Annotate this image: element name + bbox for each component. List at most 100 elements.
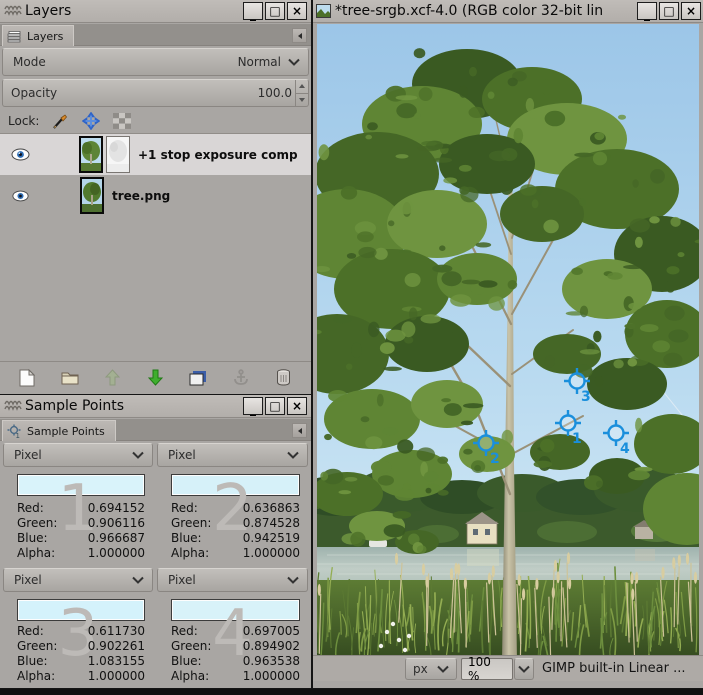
- lower-layer-button[interactable]: [140, 364, 170, 392]
- sample-marker-number: 1: [572, 431, 582, 447]
- red-value: 0.636863: [243, 501, 300, 516]
- layer-opacity-slider[interactable]: Opacity 100.0: [2, 79, 309, 107]
- chevron-down-icon: [288, 58, 300, 66]
- layer-list: +1 stop exposure comp tree.png: [0, 133, 311, 358]
- zoom-select-button[interactable]: [514, 658, 534, 680]
- raise-layer-button[interactable]: [98, 364, 128, 392]
- alpha-label: Alpha:: [171, 669, 209, 684]
- lock-alpha-icon[interactable]: [113, 113, 131, 129]
- sample-marker-number: 2: [490, 451, 500, 467]
- blue-value: 0.942519: [243, 531, 300, 546]
- tab-layers[interactable]: Layers: [2, 25, 74, 46]
- blue-label: Blue:: [171, 654, 202, 669]
- layer-name: tree.png: [112, 189, 170, 203]
- red-value: 0.611730: [88, 624, 145, 639]
- alpha-label: Alpha:: [17, 669, 55, 684]
- minimize-button[interactable]: _: [243, 397, 263, 415]
- dockable-menu-icon: [296, 32, 304, 40]
- tab-sample-points[interactable]: 1 Sample Points: [2, 420, 116, 441]
- maximize-button[interactable]: □: [265, 2, 285, 20]
- dockable-menu-button[interactable]: [292, 423, 307, 438]
- sample-points-tabbar: 1 Sample Points: [0, 419, 311, 441]
- visibility-eye-icon[interactable]: [11, 148, 30, 161]
- sample-3-mode-value: Pixel: [14, 573, 42, 587]
- layer-mask-thumbnail[interactable]: [106, 136, 130, 173]
- layer-row-tree[interactable]: tree.png: [0, 175, 311, 216]
- sample-1-mode-select[interactable]: Pixel: [3, 443, 153, 467]
- maximize-button[interactable]: □: [265, 397, 285, 415]
- svg-text:1: 1: [16, 432, 20, 439]
- lock-paint-icon[interactable]: [52, 113, 69, 130]
- tab-sample-points-label: Sample Points: [27, 425, 105, 438]
- close-button[interactable]: ×: [287, 2, 307, 20]
- sample-point-panel-1: Pixel 1 Red:0.694152 Green:0.906116 Blue…: [3, 443, 153, 567]
- minimize-button[interactable]: _: [637, 2, 657, 20]
- sample-4-mode-value: Pixel: [168, 573, 196, 587]
- image-window-title: *tree-srgb.xcf-4.0 (RGB color 32-bit lin: [335, 3, 603, 19]
- zoom-input[interactable]: 100 %: [461, 658, 513, 680]
- sample-2-mode-value: Pixel: [168, 448, 196, 462]
- sample-marker-number: 3: [581, 389, 591, 405]
- sample-points-titlebar[interactable]: Sample Points _ □ ×: [0, 395, 311, 418]
- alpha-label: Alpha:: [17, 546, 55, 561]
- sample-1-color-swatch: [17, 474, 145, 496]
- layers-window: Layers _ □ × Layers Mode: [0, 0, 311, 395]
- layer-thumbnail[interactable]: [80, 177, 104, 214]
- layers-titlebar[interactable]: Layers _ □ ×: [0, 0, 311, 23]
- blue-label: Blue:: [171, 531, 202, 546]
- maximize-button[interactable]: □: [659, 2, 679, 20]
- image-thumbnail-icon: [316, 4, 331, 18]
- new-group-button[interactable]: [55, 364, 85, 392]
- tab-layers-label: Layers: [27, 30, 63, 43]
- unit-select[interactable]: px: [405, 658, 457, 680]
- layers-stack-icon: [7, 30, 22, 43]
- red-label: Red:: [171, 624, 198, 639]
- image-titlebar[interactable]: *tree-srgb.xcf-4.0 (RGB color 32-bit lin…: [313, 0, 703, 23]
- chevron-down-icon: [518, 665, 530, 673]
- layer-mode-label: Mode: [13, 55, 46, 69]
- layer-row-exposure[interactable]: +1 stop exposure comp: [0, 134, 311, 175]
- blue-value: 1.083155: [88, 654, 145, 669]
- minimize-button[interactable]: _: [243, 2, 263, 20]
- layers-tabbar: Layers: [0, 24, 311, 46]
- green-label: Green:: [17, 516, 57, 531]
- sample-point-panel-2: Pixel 2 Red:0.636863 Green:0.874528 Blue…: [157, 443, 308, 567]
- duplicate-layer-button[interactable]: [183, 364, 213, 392]
- sample-points-window-title: Sample Points: [25, 398, 124, 414]
- sample-4-mode-select[interactable]: Pixel: [157, 568, 308, 592]
- visibility-eye-icon[interactable]: [12, 190, 29, 202]
- anchor-layer-button[interactable]: [226, 364, 256, 392]
- close-button[interactable]: ×: [681, 2, 701, 20]
- image-canvas[interactable]: 1 2 3 4: [317, 24, 699, 662]
- layer-thumbnail[interactable]: [79, 136, 103, 173]
- sample-point-panel-4: Pixel 4 Red:0.697005 Green:0.894902 Blue…: [157, 568, 308, 687]
- opacity-spinner[interactable]: [295, 80, 308, 106]
- chevron-down-icon: [132, 451, 144, 459]
- sample-2-mode-select[interactable]: Pixel: [157, 443, 308, 467]
- sample-1-mode-value: Pixel: [14, 448, 42, 462]
- red-label: Red:: [17, 624, 44, 639]
- chevron-down-icon: [437, 665, 449, 673]
- alpha-value: 1.000000: [88, 546, 145, 561]
- blue-label: Blue:: [17, 531, 48, 546]
- blue-label: Blue:: [17, 654, 48, 669]
- dockable-menu-button[interactable]: [292, 28, 307, 43]
- close-button[interactable]: ×: [287, 397, 307, 415]
- lock-label: Lock:: [8, 114, 39, 128]
- status-text: GIMP built-in Linear ...: [542, 661, 686, 676]
- window-grip-icon: [4, 4, 22, 18]
- delete-layer-button[interactable]: [269, 364, 299, 392]
- new-layer-button[interactable]: [12, 364, 42, 392]
- layer-opacity-label: Opacity: [11, 86, 57, 100]
- lock-position-icon[interactable]: [82, 112, 100, 130]
- sample-marker-number: 4: [620, 441, 630, 457]
- sample-point-panel-3: Pixel 3 Red:0.611730 Green:0.902261 Blue…: [3, 568, 153, 687]
- image-statusbar: px 100 % GIMP built-in Linear ...: [313, 655, 703, 681]
- sample-3-mode-select[interactable]: Pixel: [3, 568, 153, 592]
- dockable-menu-icon: [296, 427, 304, 435]
- spinner-up-icon[interactable]: [299, 84, 305, 88]
- layer-opacity-value: 100.0: [258, 86, 292, 100]
- spinner-down-icon[interactable]: [299, 98, 305, 102]
- blue-value: 0.966687: [88, 531, 145, 546]
- layer-mode-select[interactable]: Mode Normal: [2, 48, 309, 76]
